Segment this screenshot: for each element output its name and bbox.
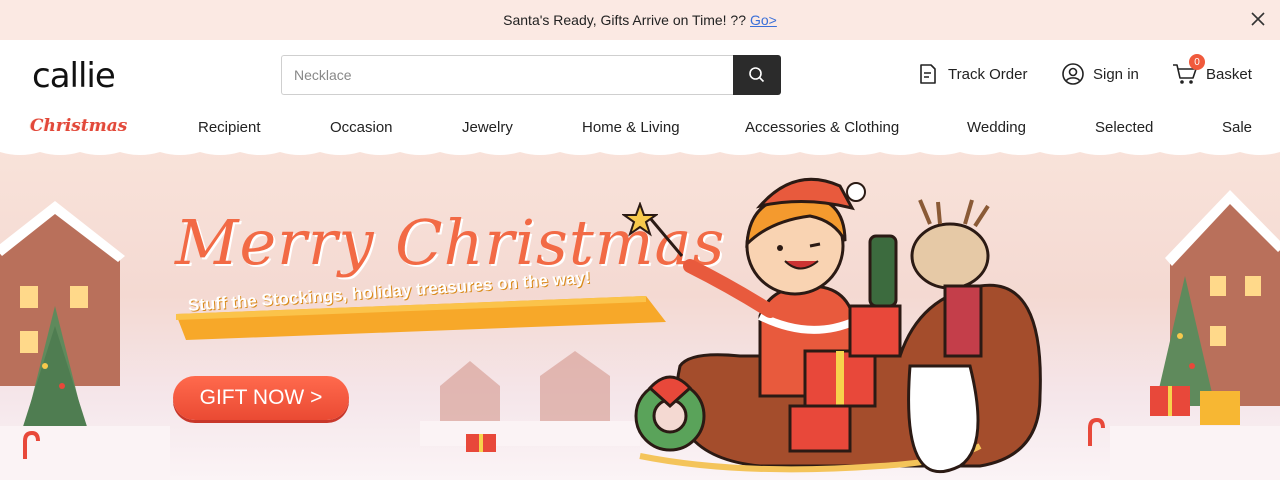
site-logo[interactable]: callie	[32, 58, 116, 94]
basket-count-badge: 0	[1189, 54, 1205, 70]
star-wand-icon	[622, 202, 658, 237]
search-icon	[749, 67, 765, 83]
candy-cane-right	[1088, 418, 1105, 446]
search-button[interactable]	[733, 55, 781, 95]
site-header: callie Track Order Sign in	[0, 40, 1280, 110]
search-bar	[281, 55, 781, 95]
announcement-text: Santa's Ready, Gifts Arrive on Time! ??	[503, 12, 746, 28]
nav-item-accessories-clothing[interactable]: Accessories & Clothing	[745, 119, 899, 136]
search-input[interactable]	[281, 55, 733, 95]
nav-christmas[interactable]: Christmas	[30, 116, 127, 136]
track-order-icon	[920, 64, 936, 84]
houses-right-illustration	[1110, 190, 1280, 480]
track-order-label: Track Order	[948, 65, 1028, 83]
announcement-go-link[interactable]: Go>	[750, 12, 777, 28]
gift-now-button[interactable]: GIFT NOW >	[173, 376, 349, 420]
candy-cane-left	[23, 431, 40, 459]
nav-item-occasion[interactable]: Occasion	[330, 119, 393, 136]
announcement-bar: Santa's Ready, Gifts Arrive on Time! ?? …	[0, 0, 1280, 40]
sleigh-illustration	[634, 177, 1042, 473]
track-order-link[interactable]: Track Order	[916, 62, 1027, 86]
snow-edge	[0, 146, 1280, 155]
small-gift-box	[466, 434, 496, 452]
hero-banner[interactable]: Merry Christmas Stuff the Stockings, hol…	[0, 146, 1280, 480]
close-icon[interactable]	[1248, 9, 1268, 29]
basket-label: Basket	[1206, 65, 1252, 83]
user-icon	[1062, 63, 1084, 85]
nav-item-selected[interactable]: Selected	[1095, 119, 1153, 136]
nav-item-jewelry[interactable]: Jewelry	[462, 119, 513, 136]
basket-link[interactable]: 0 Basket	[1172, 54, 1252, 86]
nav-item-home-living[interactable]: Home & Living	[582, 119, 680, 136]
main-nav: Christmas Recipient Occasion Jewelry Hom…	[0, 110, 1280, 146]
nav-item-wedding[interactable]: Wedding	[967, 119, 1026, 136]
village-background	[420, 351, 640, 446]
nav-item-recipient[interactable]: Recipient	[198, 119, 261, 136]
sign-in-label: Sign in	[1093, 65, 1139, 83]
nav-item-sale[interactable]: Sale	[1222, 119, 1252, 136]
sign-in-link[interactable]: Sign in	[1061, 62, 1139, 86]
